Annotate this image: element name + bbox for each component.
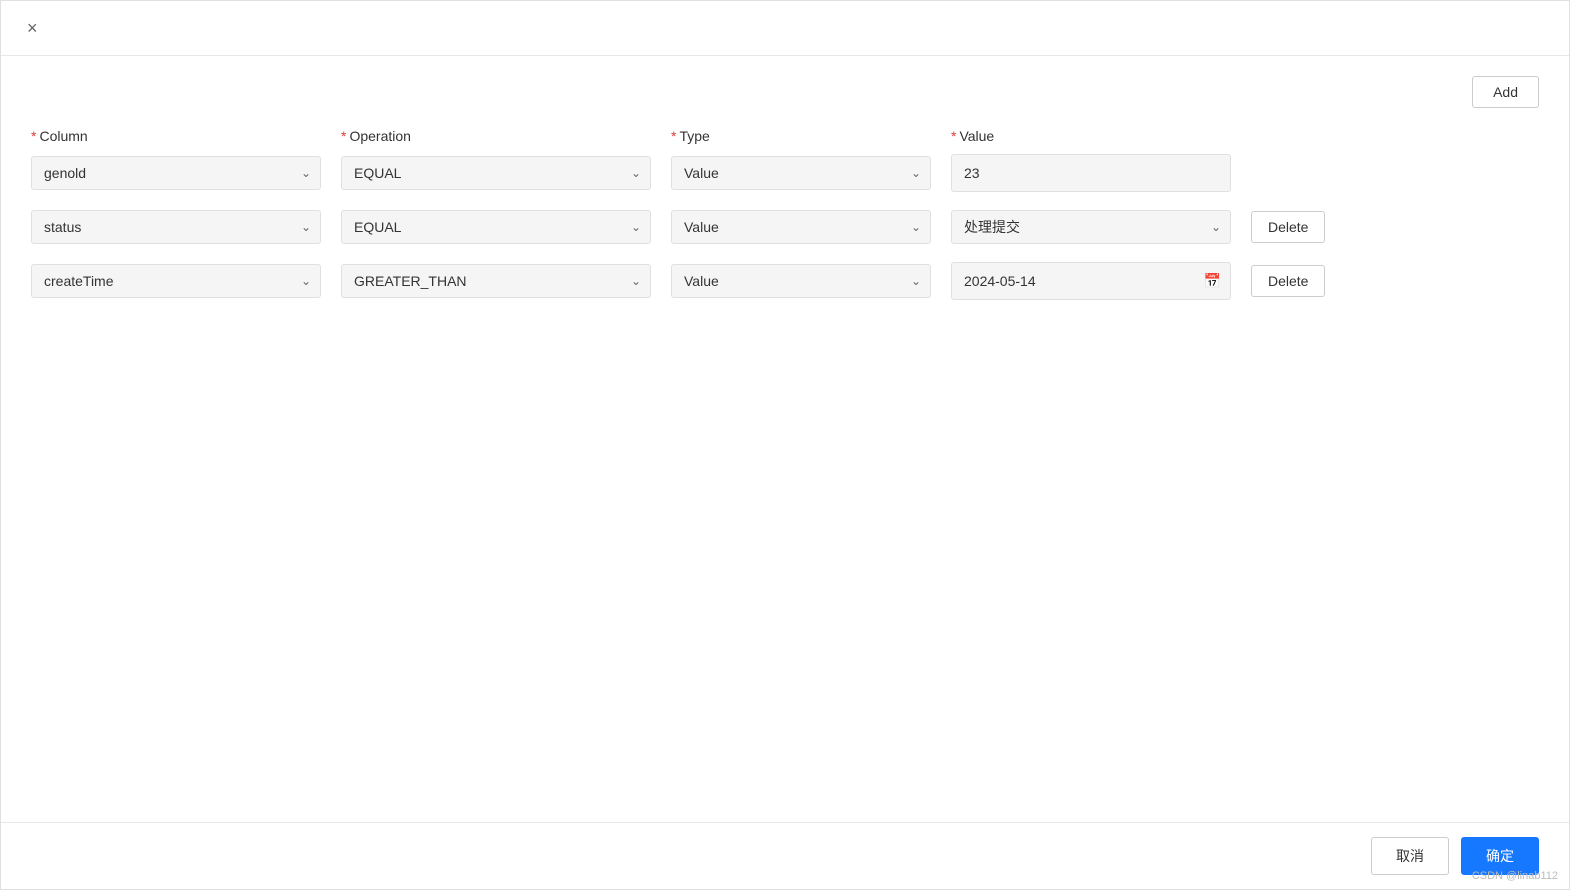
type-select-1[interactable]: Value Column Null [671,156,931,190]
column-select-wrapper-2: genold status createTime ⌄ [31,210,321,244]
close-button[interactable]: × [21,17,44,39]
column-header-label: Column [39,128,87,144]
value-input-wrapper-1 [951,154,1231,192]
value-date-wrapper-3: 📅 [951,262,1231,300]
type-required-mark: * [671,128,676,144]
filter-dialog: × Add * Column * Operation * [0,0,1570,890]
add-button[interactable]: Add [1472,76,1539,108]
filter-headers: * Column * Operation * Type * Valu [31,128,1539,144]
operation-header: * Operation [341,128,651,144]
filter-row: genold status createTime ⌄ EQUAL NOT_EQU… [31,154,1539,192]
operation-select-2[interactable]: EQUAL NOT_EQUAL GREATER_THAN LESS_THAN L… [341,210,651,244]
value-required-mark: * [951,128,956,144]
type-header: * Type [671,128,931,144]
type-select-2[interactable]: Value Column Null [671,210,931,244]
column-select-wrapper-1: genold status createTime ⌄ [31,156,321,190]
filter-row: genold status createTime ⌄ EQUAL NOT_EQU… [31,210,1539,244]
operation-header-label: Operation [349,128,410,144]
delete-button-3[interactable]: Delete [1251,265,1325,297]
column-select-2[interactable]: genold status createTime [31,210,321,244]
watermark: CSDN @linab112 [1472,870,1558,882]
column-select-1[interactable]: genold status createTime [31,156,321,190]
type-select-wrapper-3: Value Column Null ⌄ [671,264,931,298]
value-select-2[interactable]: 处理提交 待处理 已完成 [951,210,1231,244]
column-header: * Column [31,128,321,144]
cancel-button[interactable]: 取消 [1371,837,1449,875]
operation-select-1[interactable]: EQUAL NOT_EQUAL GREATER_THAN LESS_THAN L… [341,156,651,190]
operation-select-wrapper-2: EQUAL NOT_EQUAL GREATER_THAN LESS_THAN L… [341,210,651,244]
dialog-header: × [1,1,1569,56]
column-required-mark: * [31,128,36,144]
type-header-label: Type [679,128,709,144]
value-header: * Value [951,128,1231,144]
type-select-wrapper-1: Value Column Null ⌄ [671,156,931,190]
value-select-wrapper-2: 处理提交 待处理 已完成 ⌄ [951,210,1231,244]
value-date-input-3[interactable] [951,262,1231,300]
delete-button-2[interactable]: Delete [1251,211,1325,243]
operation-select-wrapper-1: EQUAL NOT_EQUAL GREATER_THAN LESS_THAN L… [341,156,651,190]
operation-required-mark: * [341,128,346,144]
operation-select-3[interactable]: EQUAL NOT_EQUAL GREATER_THAN LESS_THAN L… [341,264,651,298]
value-text-input-1[interactable] [951,154,1231,192]
type-select-3[interactable]: Value Column Null [671,264,931,298]
dialog-footer: 取消 确定 [1,822,1569,889]
operation-select-wrapper-3: EQUAL NOT_EQUAL GREATER_THAN LESS_THAN L… [341,264,651,298]
column-select-3[interactable]: genold status createTime [31,264,321,298]
column-select-wrapper-3: genold status createTime ⌄ [31,264,321,298]
toolbar: Add [31,76,1539,108]
filter-row: genold status createTime ⌄ EQUAL NOT_EQU… [31,262,1539,300]
type-select-wrapper-2: Value Column Null ⌄ [671,210,931,244]
dialog-body: Add * Column * Operation * Type [1,56,1569,822]
value-header-label: Value [959,128,994,144]
